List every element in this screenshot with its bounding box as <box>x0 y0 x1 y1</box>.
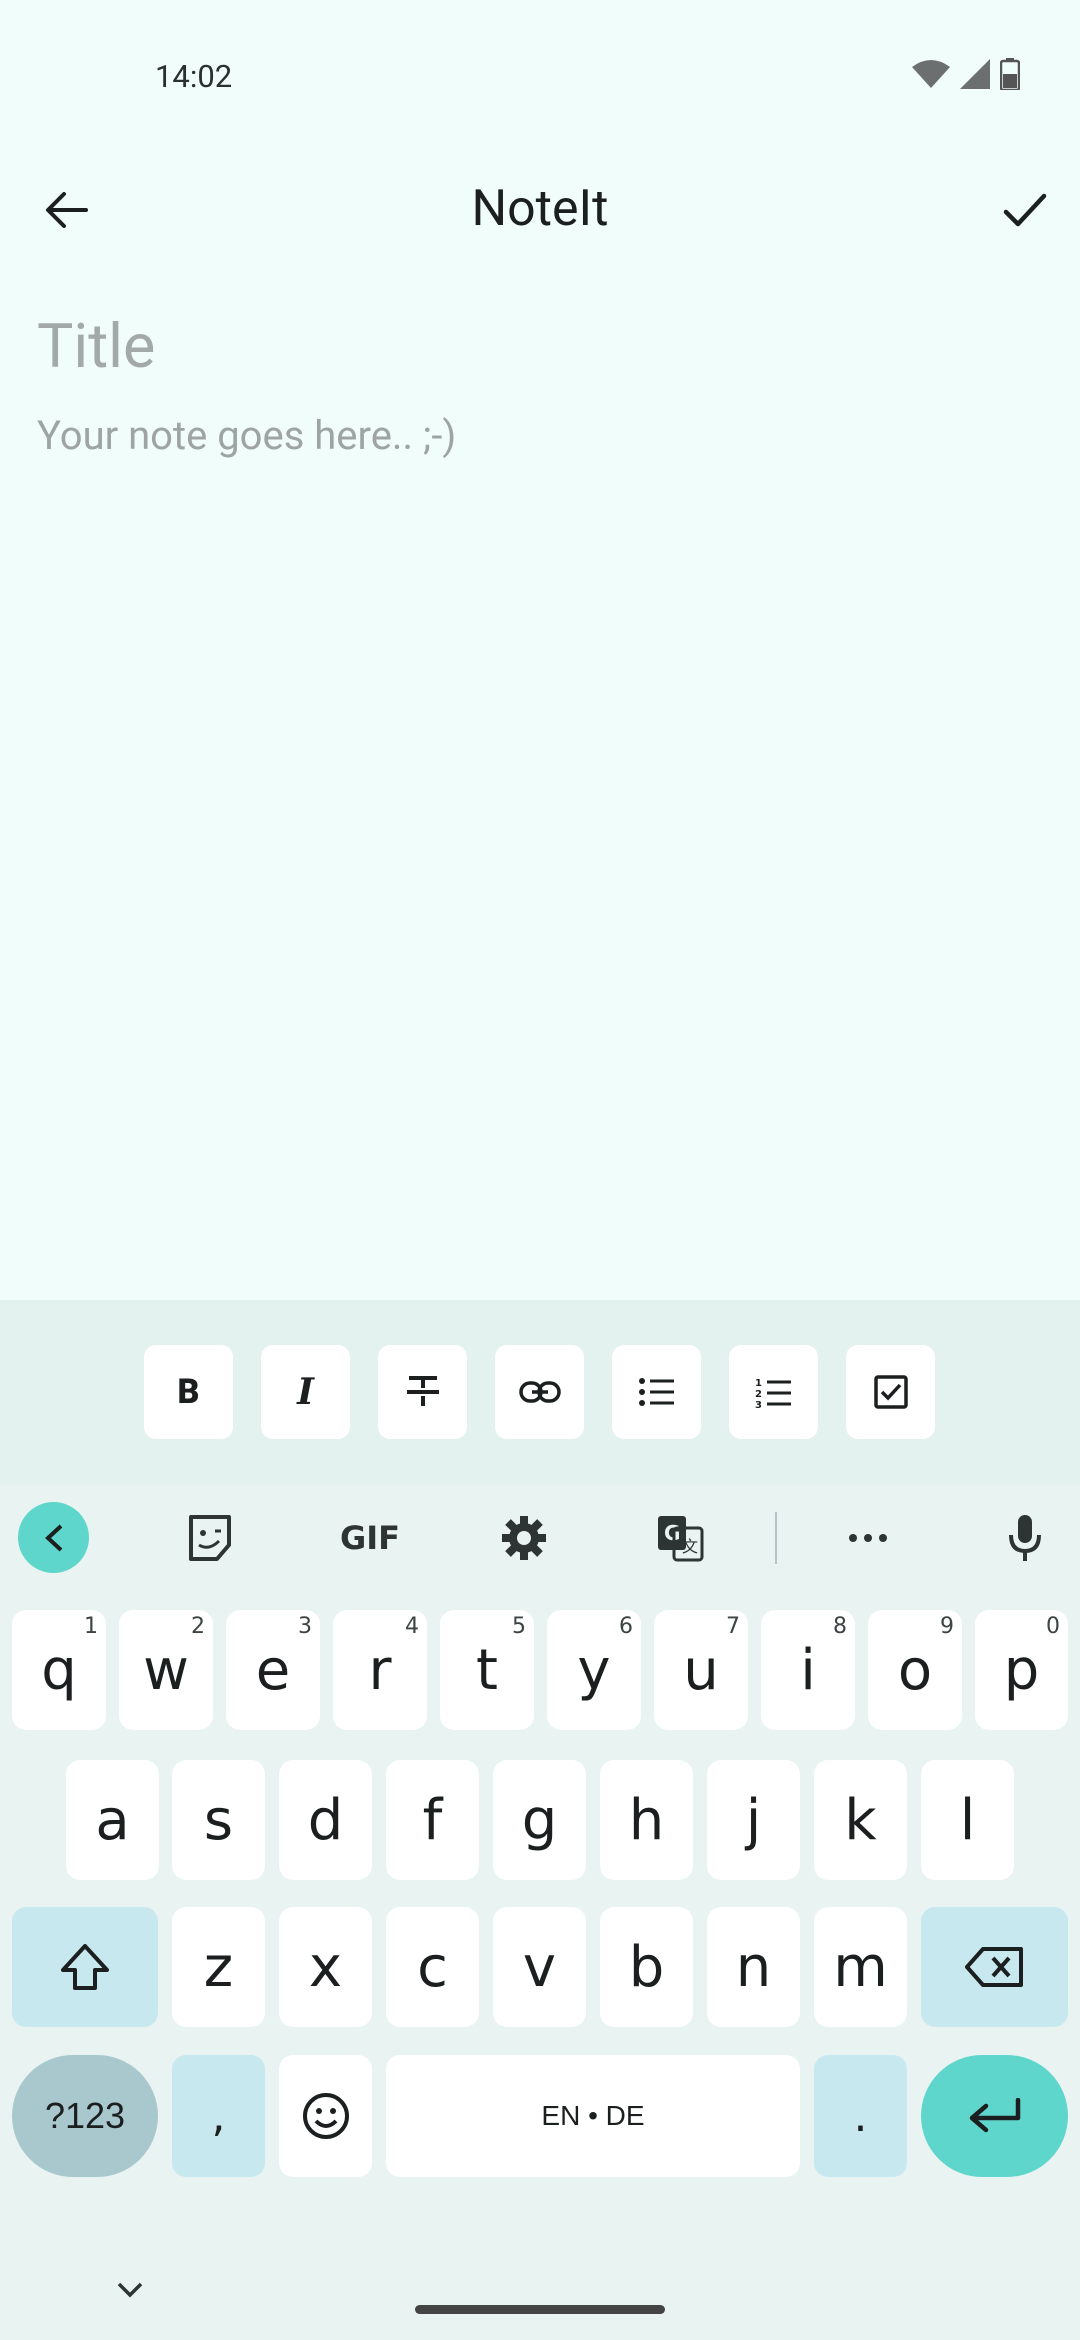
more-horiz-icon <box>849 1533 887 1542</box>
note-body-input[interactable]: Your note goes here.. ;-) <box>37 412 456 459</box>
period-key[interactable]: . <box>814 2055 907 2177</box>
suggestion-divider <box>775 1512 777 1564</box>
symbols-key[interactable]: ?123 <box>12 2055 158 2177</box>
key-y[interactable]: y6 <box>547 1610 641 1730</box>
format-toolbar: B I 1 2 3 <box>0 1300 1080 1485</box>
bold-icon: B <box>177 1372 200 1412</box>
key-w[interactable]: w2 <box>119 1610 213 1730</box>
shift-key[interactable] <box>12 1907 158 2027</box>
keyboard-settings-button[interactable] <box>494 1510 554 1565</box>
svg-text:2: 2 <box>755 1389 762 1400</box>
translate-icon: G 文 <box>658 1515 704 1561</box>
check-icon <box>1003 193 1047 227</box>
link-button[interactable] <box>495 1345 584 1439</box>
key-z[interactable]: z <box>172 1907 265 2027</box>
translate-button[interactable]: G 文 <box>650 1510 710 1565</box>
key-g[interactable]: g <box>493 1760 586 1880</box>
comma-key[interactable]: , <box>172 2055 265 2177</box>
key-p[interactable]: p0 <box>975 1610 1068 1730</box>
key-o[interactable]: o9 <box>868 1610 962 1730</box>
bulleted-list-icon <box>638 1378 674 1406</box>
enter-icon <box>969 2098 1020 2133</box>
italic-icon: I <box>297 1371 314 1413</box>
wifi-icon <box>912 59 950 93</box>
numbered-list-button[interactable]: 1 2 3 <box>729 1345 818 1439</box>
key-c[interactable]: c <box>386 1907 479 2027</box>
chevron-down-icon <box>117 2282 143 2298</box>
key-a[interactable]: a <box>66 1760 159 1880</box>
signal-icon <box>960 59 990 93</box>
key-u[interactable]: u7 <box>654 1610 748 1730</box>
gesture-nav-handle[interactable] <box>415 2305 665 2314</box>
title-input[interactable]: Title <box>37 310 155 382</box>
sticker-button[interactable] <box>180 1510 240 1565</box>
key-d[interactable]: d <box>279 1760 372 1880</box>
key-e[interactable]: e3 <box>226 1610 320 1730</box>
italic-button[interactable]: I <box>261 1345 350 1439</box>
checklist-button[interactable] <box>846 1345 935 1439</box>
backspace-icon <box>964 1947 1023 1987</box>
key-v[interactable]: v <box>493 1907 586 2027</box>
key-b[interactable]: b <box>600 1907 693 2027</box>
more-options-button[interactable] <box>838 1510 898 1565</box>
enter-key[interactable] <box>921 2055 1068 2177</box>
svg-text:文: 文 <box>682 1537 698 1556</box>
key-j[interactable]: j <box>707 1760 800 1880</box>
backspace-key[interactable] <box>921 1907 1068 2027</box>
voice-input-button[interactable] <box>995 1505 1055 1570</box>
bulleted-list-button[interactable] <box>612 1345 701 1439</box>
status-time: 14:02 <box>155 58 233 95</box>
key-m[interactable]: m <box>814 1907 907 2027</box>
key-l[interactable]: l <box>921 1760 1014 1880</box>
hide-keyboard-button[interactable] <box>110 2275 150 2305</box>
soft-keyboard: GIF G 文 q1 w2 e3 r4 t5 y6 u 7 i 8 o 9 p … <box>0 1485 1080 2340</box>
key-t[interactable]: t5 <box>440 1610 534 1730</box>
gear-icon <box>502 1515 546 1560</box>
link-icon <box>518 1381 561 1403</box>
chevron-left-icon <box>44 1524 62 1551</box>
key-r[interactable]: r4 <box>333 1610 427 1730</box>
strikethrough-icon <box>406 1376 439 1406</box>
strikethrough-button[interactable] <box>378 1345 467 1439</box>
microphone-icon <box>1009 1514 1041 1561</box>
battery-icon <box>999 58 1021 94</box>
status-icons <box>912 58 1021 94</box>
key-i[interactable]: i8 <box>761 1610 855 1730</box>
gif-button[interactable]: GIF <box>330 1510 410 1565</box>
emoji-key[interactable] <box>279 2055 372 2177</box>
key-s[interactable]: s <box>172 1760 265 1880</box>
app-title: NoteIt <box>471 180 609 238</box>
bold-button[interactable]: B <box>144 1345 233 1439</box>
key-h[interactable]: h <box>600 1760 693 1880</box>
key-n[interactable]: n <box>707 1907 800 2027</box>
shift-icon <box>61 1944 109 1990</box>
key-q[interactable]: q1 <box>12 1610 106 1730</box>
key-f[interactable]: f <box>386 1760 479 1880</box>
emoji-icon <box>302 2093 349 2139</box>
key-x[interactable]: x <box>279 1907 372 2027</box>
sticker-icon <box>189 1514 231 1561</box>
svg-text:1: 1 <box>755 1378 762 1389</box>
numbered-list-icon: 1 2 3 <box>755 1378 791 1408</box>
svg-text:G: G <box>664 1521 680 1545</box>
space-key[interactable]: EN • DE <box>386 2055 800 2177</box>
save-button[interactable] <box>990 180 1060 240</box>
keyboard-back-button[interactable] <box>18 1502 89 1573</box>
svg-text:3: 3 <box>755 1400 762 1408</box>
checkbox-icon <box>873 1375 908 1409</box>
key-k[interactable]: k <box>814 1760 907 1880</box>
